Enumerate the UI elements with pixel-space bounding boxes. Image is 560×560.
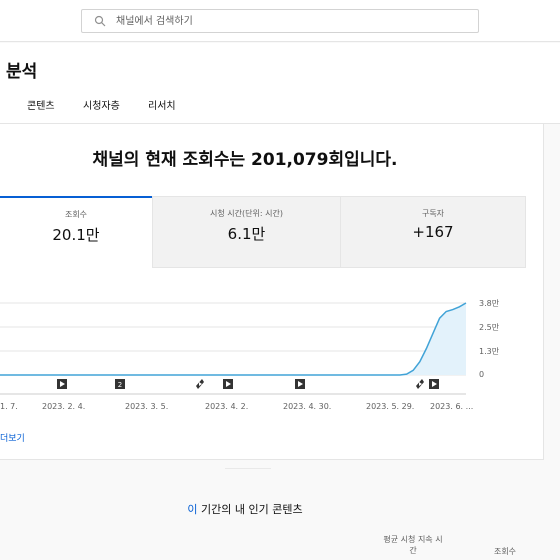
metric-value: 6.1만 (227, 225, 266, 243)
video-marker-play[interactable] (295, 379, 305, 389)
y-tick-label: 0 (479, 370, 485, 379)
page-header: 분석 콘텐츠 시청자층 리서치 (0, 43, 560, 124)
video-marker-play[interactable] (223, 379, 233, 389)
video-marker-play[interactable] (57, 379, 67, 389)
top-content-title-accent: 이 (187, 503, 198, 516)
video-marker-play[interactable] (429, 379, 439, 389)
views-line-chart: 2 (0, 302, 467, 395)
top-content-title-rest: 기간의 내 인기 콘텐츠 (197, 503, 303, 516)
x-tick-label: 2023. 2. 4. (42, 402, 86, 411)
x-tick-label: 2023. 5. 29. (366, 402, 415, 411)
column-header-views[interactable]: 조회수 (485, 546, 525, 557)
metric-value: +167 (412, 223, 454, 241)
column-header-line: 평균 시청 지속 시 (383, 535, 443, 544)
video-marker-short[interactable] (196, 379, 204, 389)
column-header-avg-view-duration[interactable]: 평균 시청 지속 시 간 (368, 534, 458, 556)
metric-label: 시청 시간(단위: 시간) (210, 209, 283, 218)
x-tick-label: 2023. 6. ... (430, 402, 474, 411)
top-bar (0, 0, 560, 42)
views-line (0, 302, 467, 376)
y-tick-label: 1.3만 (479, 347, 500, 356)
tab-content[interactable]: 콘텐츠 (27, 97, 55, 112)
svg-text:2: 2 (118, 381, 122, 389)
tab-research[interactable]: 리서치 (148, 97, 176, 112)
metric-label: 조회수 (64, 210, 88, 219)
y-tick-label: 3.8만 (479, 299, 500, 308)
tab-audience[interactable]: 시청자층 (83, 97, 120, 112)
search-icon (94, 15, 106, 27)
metric-tab-views[interactable]: 조회수 20.1만 (0, 196, 152, 268)
y-tick-label: 2.5만 (479, 323, 500, 332)
search-box[interactable] (81, 9, 479, 33)
top-content-title: 이 기간의 내 인기 콘텐츠 (0, 501, 490, 517)
x-tick-label: 2023. 4. 2. (205, 402, 249, 411)
metric-value: 20.1만 (52, 226, 100, 244)
divider (225, 468, 271, 469)
video-marker-2[interactable]: 2 (115, 379, 125, 389)
metric-tab-subscribers[interactable]: 구독자 +167 (340, 196, 526, 268)
x-tick-label: 2023. 4. 30. (283, 402, 332, 411)
overview-headline: 채널의 현재 조회수는 201,079회입니다. (92, 150, 398, 170)
search-input[interactable] (116, 12, 466, 30)
x-tick-label: 2023. 3. 5. (125, 402, 169, 411)
see-more-link[interactable]: 더보기 (0, 431, 25, 444)
views-area (0, 303, 466, 375)
page-title: 분석 (6, 62, 38, 82)
x-tick-label: 1. 7. (0, 402, 18, 411)
video-marker-short[interactable] (416, 379, 424, 389)
metric-tab-watch-time[interactable]: 시청 시간(단위: 시간) 6.1만 (152, 196, 340, 268)
column-header-line: 간 (409, 546, 417, 555)
metric-label: 구독자 (421, 209, 445, 218)
